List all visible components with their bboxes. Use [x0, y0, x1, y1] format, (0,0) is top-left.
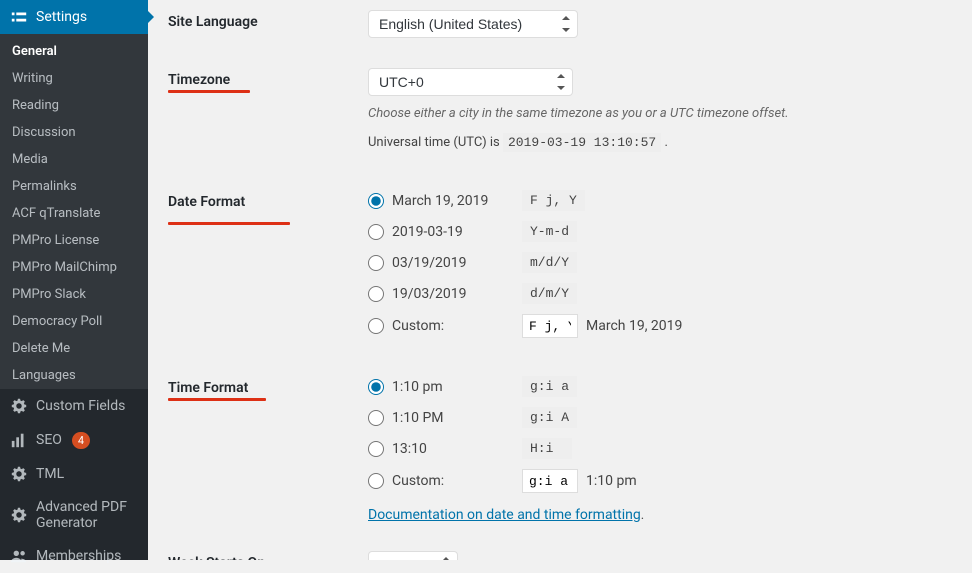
- sidebar-subitem-writing[interactable]: Writing: [0, 65, 148, 92]
- settings-icon: [10, 8, 28, 26]
- seo-icon: [10, 431, 28, 449]
- sidebar-subitem-languages[interactable]: Languages: [0, 362, 148, 389]
- sidebar-subitem-acf-qtranslate[interactable]: ACF qTranslate: [0, 200, 148, 227]
- time-format-preview: 1:10 pm: [392, 379, 522, 395]
- sidebar-subitem-pmpro-mailchimp[interactable]: PMPro MailChimp: [0, 254, 148, 281]
- date-format-code: F j, Y: [522, 190, 585, 211]
- sidebar-item-settings[interactable]: Settings: [0, 0, 148, 34]
- date-format-custom-label: Custom:: [392, 318, 522, 334]
- underline-annotation: [168, 398, 266, 401]
- sidebar-item-seo[interactable]: SEO4: [0, 423, 148, 457]
- update-badge: 4: [72, 432, 90, 449]
- sidebar-subitem-general[interactable]: General: [0, 34, 148, 65]
- date-format-radio-3[interactable]: [368, 286, 384, 302]
- admin-sidebar: Settings GeneralWritingReadingDiscussion…: [0, 0, 148, 560]
- underline-annotation: [168, 222, 290, 225]
- date-format-preview: 03/19/2019: [392, 255, 522, 271]
- sidebar-subitem-media[interactable]: Media: [0, 146, 148, 173]
- time-format-radio-1[interactable]: [368, 410, 384, 426]
- time-format-label: Time Format: [168, 380, 248, 396]
- datetime-doc-link[interactable]: Documentation on date and time formattin…: [368, 507, 641, 523]
- time-format-radio-2[interactable]: [368, 441, 384, 457]
- date-format-code: Y-m-d: [522, 221, 577, 242]
- sidebar-subitem-delete-me[interactable]: Delete Me: [0, 335, 148, 362]
- date-format-preview: 2019-03-19: [392, 224, 522, 240]
- site-language-select[interactable]: English (United States): [368, 10, 578, 38]
- sidebar-item-memberships[interactable]: Memberships: [0, 539, 148, 573]
- date-format-code: m/d/Y: [522, 252, 577, 273]
- time-format-code: H:i: [522, 438, 572, 459]
- time-format-preview: 13:10: [392, 441, 522, 457]
- timezone-description: Choose either a city in the same timezon…: [368, 106, 952, 121]
- date-format-radio-2[interactable]: [368, 255, 384, 271]
- date-format-code: d/m/Y: [522, 283, 577, 304]
- time-format-preview: 1:10 PM: [392, 410, 522, 426]
- date-format-preview: March 19, 2019: [392, 193, 522, 209]
- settings-content: Site Language English (United States) Ti…: [148, 0, 972, 560]
- utc-time-line: Universal time (UTC) is 2019-03-19 13:10…: [368, 135, 952, 150]
- time-format-custom-input[interactable]: [522, 469, 578, 493]
- sidebar-item-tml[interactable]: TML: [0, 457, 148, 491]
- gear-icon: [10, 397, 28, 415]
- week-starts-select[interactable]: Monday: [368, 551, 458, 560]
- site-language-label: Site Language: [168, 10, 368, 30]
- sidebar-subitem-discussion[interactable]: Discussion: [0, 119, 148, 146]
- week-starts-label: Week Starts On: [168, 551, 368, 560]
- sidebar-item-custom-fields[interactable]: Custom Fields: [0, 389, 148, 423]
- time-format-radio-0[interactable]: [368, 379, 384, 395]
- time-format-radio-custom[interactable]: [368, 473, 384, 489]
- sidebar-item-advanced-pdf-generator[interactable]: Advanced PDF Generator: [0, 491, 148, 539]
- gear-icon: [10, 465, 28, 483]
- date-format-preview: 19/03/2019: [392, 286, 522, 302]
- timezone-select[interactable]: UTC+0: [368, 68, 573, 96]
- sidebar-subitem-pmpro-license[interactable]: PMPro License: [0, 227, 148, 254]
- sidebar-subitem-pmpro-slack[interactable]: PMPro Slack: [0, 281, 148, 308]
- sidebar-subitem-reading[interactable]: Reading: [0, 92, 148, 119]
- time-format-custom-preview: 1:10 pm: [586, 473, 637, 489]
- sidebar-settings-label: Settings: [36, 9, 87, 25]
- date-format-custom-preview: March 19, 2019: [586, 318, 682, 334]
- sidebar-subitem-permalinks[interactable]: Permalinks: [0, 173, 148, 200]
- date-format-label: Date Format: [168, 194, 245, 210]
- time-format-custom-label: Custom:: [392, 473, 522, 489]
- date-format-custom-input[interactable]: [522, 314, 578, 338]
- time-format-code: g:i a: [522, 376, 577, 397]
- sidebar-subitem-democracy-poll[interactable]: Democracy Poll: [0, 308, 148, 335]
- users-icon: [10, 547, 28, 565]
- date-format-radio-custom[interactable]: [368, 318, 384, 334]
- date-format-radio-0[interactable]: [368, 193, 384, 209]
- gear-icon: [10, 506, 28, 524]
- utc-time-value: 2019-03-19 13:10:57: [503, 133, 661, 152]
- time-format-code: g:i A: [522, 407, 577, 428]
- date-format-radio-1[interactable]: [368, 224, 384, 240]
- timezone-label: Timezone: [168, 72, 230, 88]
- sidebar-submenu: GeneralWritingReadingDiscussionMediaPerm…: [0, 34, 148, 389]
- underline-annotation: [168, 90, 250, 93]
